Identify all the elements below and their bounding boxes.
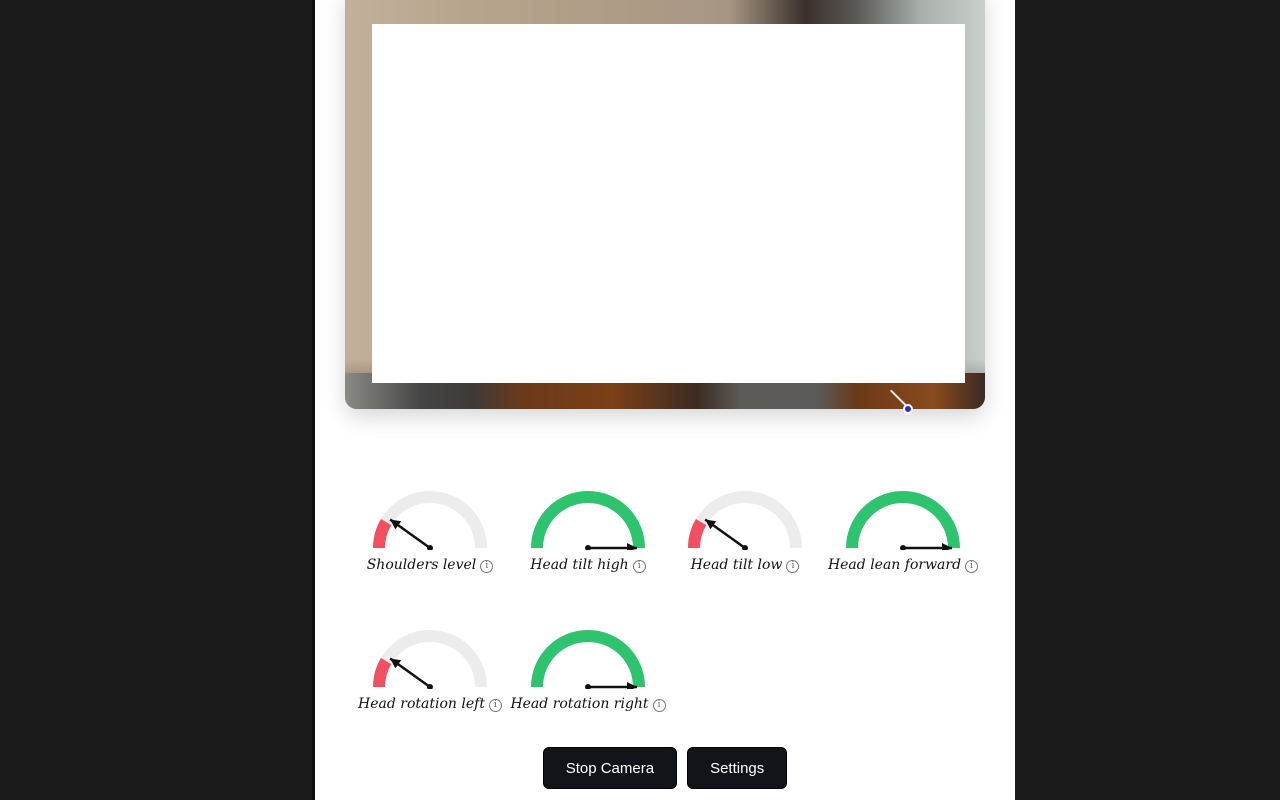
gauge-label-text: Head tilt low — [690, 557, 783, 573]
info-icon[interactable]: i — [786, 560, 800, 573]
gauge-hub — [900, 545, 906, 550]
gauge-label-text: Head rotation left — [358, 696, 485, 712]
gauge-needle-head — [705, 519, 717, 530]
gauge-dial — [531, 630, 645, 689]
gauge-head-tilt-low: Head tilt low i — [670, 480, 820, 590]
gauge-hub — [585, 684, 591, 689]
gauge-dial — [688, 491, 802, 550]
gauge-dial — [846, 491, 960, 550]
info-icon[interactable]: i — [480, 560, 494, 573]
gauge-hub — [585, 545, 591, 550]
gauge-fill — [373, 518, 392, 549]
gauge-head-tilt-high: Head tilt high i — [513, 480, 663, 590]
gauge-needle-head — [390, 658, 402, 669]
gauge-head-rotation-left: Head rotation left i — [355, 619, 505, 729]
gauge-fill — [531, 491, 645, 549]
gauge-shoulders-level: Shoulders level i — [355, 480, 505, 590]
gauge-head-rotation-right: Head rotation right i — [510, 619, 666, 729]
gauge-label-text: Shoulders level — [366, 557, 477, 573]
pose-landmark-point — [903, 404, 913, 414]
stop-camera-button[interactable]: Stop Camera — [542, 747, 678, 789]
settings-button[interactable]: Settings — [687, 747, 788, 789]
gauge-needle-head — [390, 519, 402, 530]
info-icon[interactable]: i — [632, 560, 646, 573]
gauge-head-lean-forward: Head lean forward i — [828, 480, 979, 590]
info-icon[interactable]: i — [965, 560, 979, 573]
camera-video — [345, 0, 985, 409]
controls: Stop Camera Settings — [315, 747, 1015, 789]
gauge-dial — [373, 630, 487, 689]
info-icon[interactable]: i — [652, 699, 666, 712]
gauge-fill — [846, 491, 960, 549]
gauge-dial — [373, 491, 487, 550]
gauge-label: Head rotation right i — [493, 696, 683, 712]
gauge-label-text: Head rotation right — [510, 696, 649, 712]
video-overlay-canvas — [372, 24, 965, 383]
gauge-dial — [531, 491, 645, 550]
gauge-fill — [688, 518, 707, 549]
gauge-fill — [373, 657, 392, 688]
gauge-label-text: Head tilt high — [530, 557, 629, 573]
gauge-label: Head lean forward i — [808, 557, 998, 573]
gauge-label-text: Head lean forward — [827, 557, 962, 573]
main-column: Shoulders level i Head tilt high i Head ti… — [312, 0, 1015, 800]
gauge-fill — [531, 630, 645, 688]
